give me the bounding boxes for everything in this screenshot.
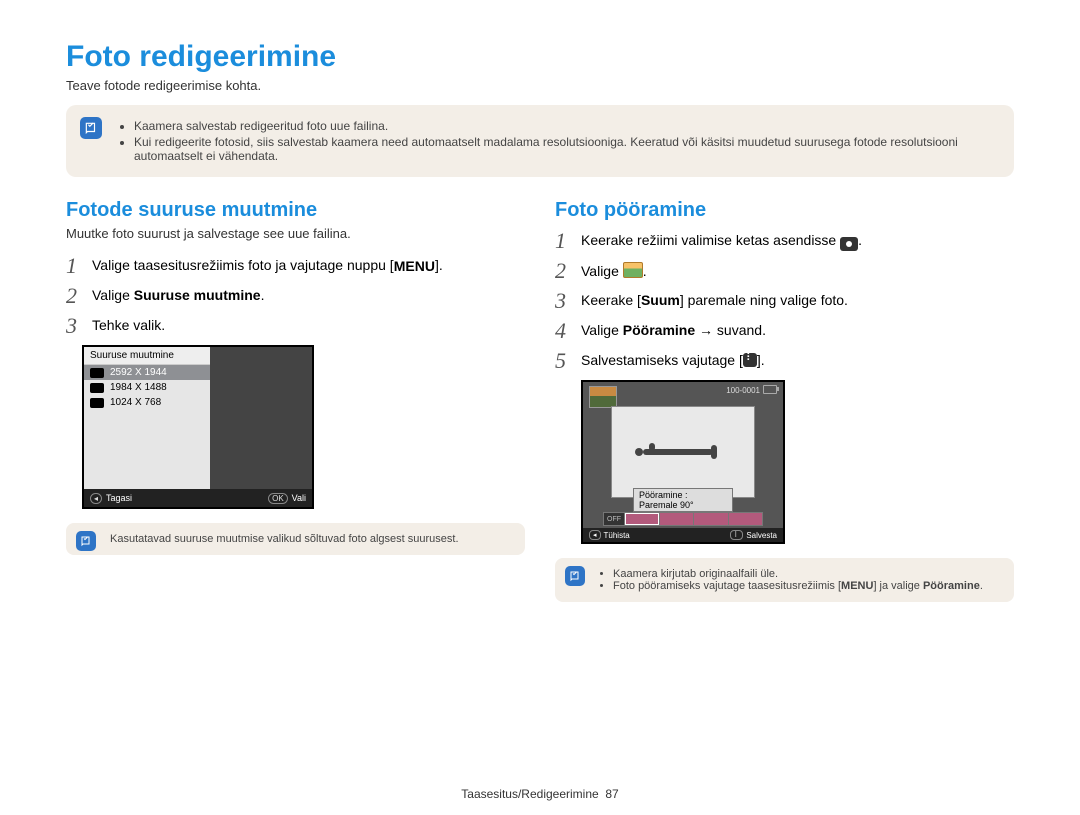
resize-option-label: 2592 X 1944 (110, 367, 167, 378)
select-label: Vali (292, 493, 306, 503)
back-label: Tagasi (106, 493, 132, 503)
step-text: ] paremale ning valige foto. (680, 292, 848, 308)
step-number: 5 (555, 350, 581, 372)
footer-page: 87 (605, 787, 618, 801)
rotate-caption: Pööramine : Paremale 90° (633, 488, 733, 512)
rotate-option[interactable] (729, 512, 764, 526)
step-text: Valige (92, 287, 134, 303)
fn-key-icon (743, 353, 757, 367)
top-note: Kaamera salvestab redigeeritud foto uue … (66, 105, 1014, 177)
rotate-option[interactable] (660, 512, 695, 526)
step-text: ]. (435, 257, 443, 273)
size-icon (90, 398, 104, 408)
step-text-bold: Pööramine (623, 322, 695, 338)
step-3: 3 Tehke valik. (66, 315, 525, 337)
step-text: Valige taasesitusrežiimis foto ja vajuta… (92, 257, 394, 273)
step-number: 3 (66, 315, 92, 337)
step-text: Keerake režiimi valimise ketas asendisse (581, 232, 840, 248)
photo-thumbnail (589, 386, 617, 408)
manual-page: Foto redigeerimine Teave fotode redigeer… (0, 0, 1080, 815)
section-heading: Foto pööramine (555, 199, 1014, 222)
camera-resize-screen: Suuruse muutmine 2592 X 1944 1984 X 1488… (82, 345, 314, 509)
footer-text: Taasesitus/Redigeerimine (461, 787, 598, 801)
col-resize: Fotode suuruse muutmine Muutke foto suur… (66, 199, 525, 602)
back-key-icon: ◂ (90, 493, 102, 504)
note-line: Kaamera kirjutab originaalfaili üle. (613, 568, 1002, 580)
step-number: 2 (555, 260, 581, 282)
rotate-options-strip: OFF (603, 512, 763, 526)
step-5: 5 Salvestamiseks vajutage []. (555, 350, 1014, 372)
rotate-option[interactable] (694, 512, 729, 526)
step-text: . (858, 232, 862, 248)
menu-token: MENU (841, 580, 873, 592)
resize-option[interactable]: 2592 X 1944 (84, 365, 210, 380)
step-2: 2 Valige Suuruse muutmine. (66, 285, 525, 307)
step-text: ]. (757, 352, 765, 368)
note-icon (565, 566, 585, 586)
step-2: 2 Valige . (555, 260, 1014, 282)
step-text: . (643, 263, 647, 279)
step-number: 1 (66, 255, 92, 277)
note-text: Kasutatavad suuruse muutmise valikud sõl… (110, 533, 459, 545)
resize-option[interactable]: 1984 X 1488 (84, 380, 210, 395)
step-text-bold: Suum (641, 292, 680, 308)
resize-option[interactable]: 1024 X 768 (84, 395, 210, 410)
step-number: 1 (555, 230, 581, 252)
page-footer: Taasesitus/Redigeerimine 87 (0, 787, 1080, 801)
file-info: 100-0001 (726, 385, 777, 395)
step-text: Tehke valik. (92, 317, 165, 333)
page-title: Foto redigeerimine (66, 40, 1014, 74)
size-icon (90, 383, 104, 393)
step-text: → suvand. (695, 322, 766, 338)
step-text: Keerake [ (581, 292, 641, 308)
note-line: Foto pööramiseks vajutage taasesitusreži… (613, 580, 1002, 592)
photo-edit-icon (623, 262, 643, 278)
step-text-bold: Suuruse muutmine (134, 287, 261, 303)
battery-icon (763, 385, 777, 394)
note-icon (80, 117, 102, 139)
resize-option-label: 1024 X 768 (110, 397, 161, 408)
step-number: 3 (555, 290, 581, 312)
rotate-off[interactable]: OFF (603, 512, 625, 526)
photo-preview (611, 406, 755, 498)
step-4: 4 Valige Pööramine → suvand. (555, 320, 1014, 342)
section-desc: Muutke foto suurust ja salvestage see uu… (66, 226, 525, 241)
camera-rotate-screen: 100-0001 Pööramine : Paremale 90° OFF (581, 380, 785, 544)
save-label: Salvesta (746, 531, 777, 540)
step-text: Valige (581, 263, 623, 279)
step-1: 1 Keerake režiimi valimise ketas asendis… (555, 230, 1014, 252)
camera-mode-icon (840, 237, 858, 251)
step-number: 4 (555, 320, 581, 342)
size-icon (90, 368, 104, 378)
note-icon (76, 531, 96, 551)
cancel-label: Tühista (604, 531, 630, 540)
step-number: 2 (66, 285, 92, 307)
col-rotate: Foto pööramine 1 Keerake režiimi valimis… (555, 199, 1014, 602)
back-key-icon: ◂ (589, 530, 601, 540)
step-text: . (261, 287, 265, 303)
resize-option-label: 1984 X 1488 (110, 382, 167, 393)
section-heading: Fotode suuruse muutmine (66, 199, 525, 222)
resize-header: Suuruse muutmine (84, 347, 210, 365)
note-line: Kaamera salvestab redigeeritud foto uue … (134, 119, 998, 133)
page-subtitle: Teave fotode redigeerimise kohta. (66, 78, 1014, 93)
rotate-note: Kaamera kirjutab originaalfaili üle. Fot… (555, 558, 1014, 602)
fn-key-icon: ⠇ (730, 530, 743, 540)
ok-key-icon: OK (268, 493, 288, 504)
step-text: Valige (581, 322, 623, 338)
rotate-option[interactable] (625, 512, 660, 526)
step-text: Salvestamiseks vajutage [ (581, 352, 743, 368)
note-line: Kui redigeerite fotosid, siis salvestab … (134, 135, 998, 163)
step-1: 1 Valige taasesitusrežiimis foto ja vaju… (66, 255, 525, 277)
step-3: 3 Keerake [Suum] paremale ning valige fo… (555, 290, 1014, 312)
resize-note: Kasutatavad suuruse muutmise valikud sõl… (66, 523, 525, 555)
menu-token: MENU (394, 258, 435, 274)
